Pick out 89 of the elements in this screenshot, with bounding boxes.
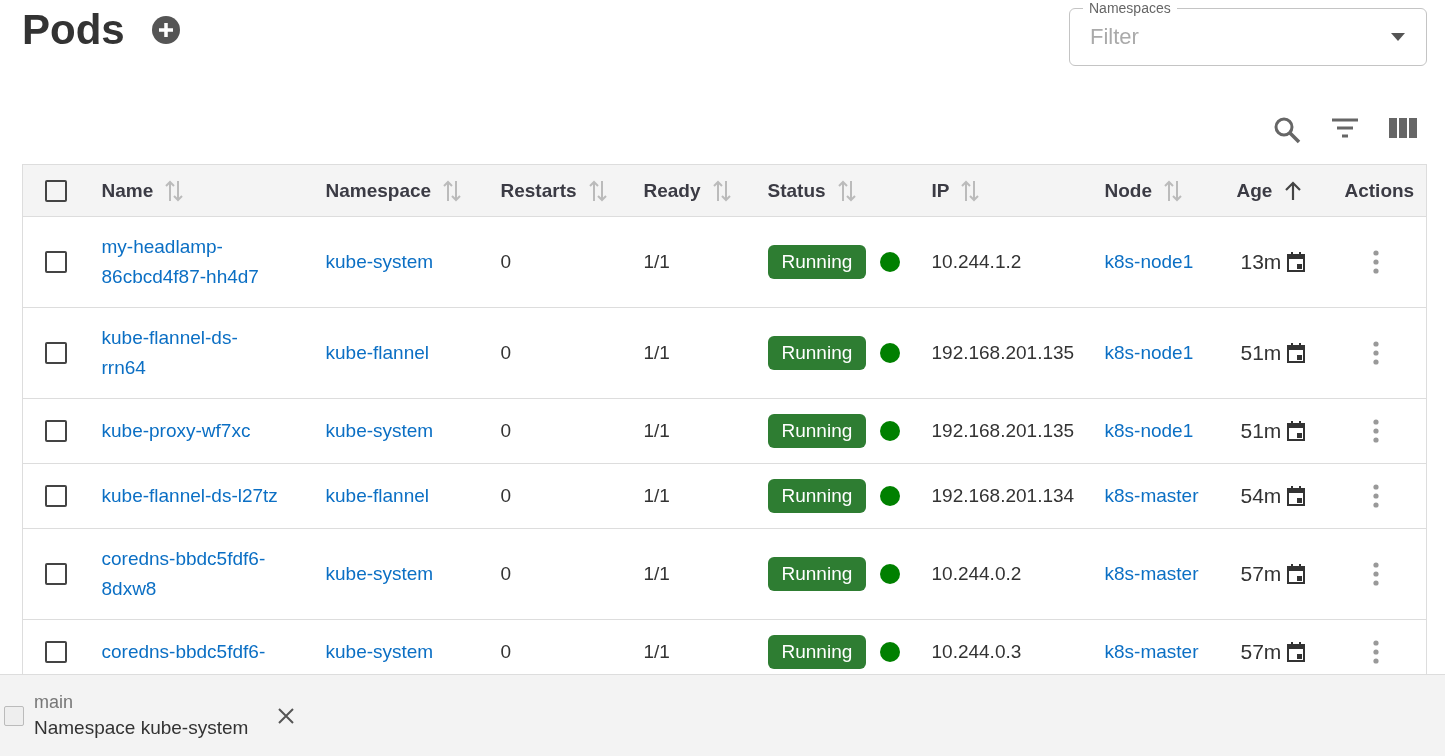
notification-message: Namespace kube-system	[34, 717, 249, 739]
table-cell: 0	[500, 251, 512, 272]
pod-name-link[interactable]: coredns-bbdc5fdf6-	[101, 637, 266, 667]
status-chip: Running	[767, 635, 867, 669]
namespace-link[interactable]: kube-system	[325, 251, 434, 272]
pod-name-link[interactable]: coredns-bbdc5fdf6-8dxw8	[101, 544, 282, 604]
table-cell: 192.168.201.135	[931, 420, 1075, 441]
age-text: 51m	[1240, 418, 1282, 444]
table-cell: 1/1	[643, 342, 670, 363]
status-chip: Running	[767, 336, 867, 370]
checkbox[interactable]	[45, 563, 67, 585]
node-link[interactable]: k8s-master	[1104, 563, 1199, 584]
node-link[interactable]: k8s-node1	[1104, 342, 1194, 363]
node-link[interactable]: k8s-node1	[1104, 251, 1194, 272]
namespace-link[interactable]: kube-system	[325, 563, 434, 584]
calendar-icon	[1287, 252, 1306, 272]
calendar-icon	[1287, 642, 1306, 662]
page-title: Pods	[22, 6, 125, 54]
table-cell: 1/1	[643, 485, 670, 506]
checkbox[interactable]	[45, 485, 67, 507]
checkbox[interactable]	[45, 179, 67, 202]
pod-name-link[interactable]: kube-flannel-ds-l27tz	[101, 481, 278, 511]
age-text: 57m	[1240, 561, 1282, 587]
checkbox[interactable]	[45, 342, 67, 364]
table-cell: 0	[500, 420, 512, 441]
more-actions-icon[interactable]	[1372, 484, 1379, 508]
pod-name-link[interactable]: kube-proxy-wf7xc	[101, 416, 251, 446]
column-header: Actions	[1344, 179, 1415, 202]
status-dot-icon	[880, 486, 901, 506]
table-cell: 1/1	[643, 420, 670, 441]
namespace-link[interactable]: kube-flannel	[325, 342, 430, 363]
checkbox[interactable]	[45, 641, 67, 663]
column-header[interactable]: IP	[931, 179, 950, 202]
age-text: 54m	[1240, 483, 1282, 509]
status-dot-icon	[880, 421, 901, 441]
status-dot-icon	[880, 252, 901, 272]
calendar-icon	[1287, 343, 1306, 363]
status-chip: Running	[767, 557, 867, 591]
namespace-link[interactable]: kube-flannel	[325, 485, 430, 506]
node-link[interactable]: k8s-node1	[1104, 420, 1194, 441]
add-icon[interactable]	[150, 15, 181, 45]
close-icon[interactable]	[278, 707, 295, 724]
status-dot-icon	[880, 343, 901, 363]
node-link[interactable]: k8s-master	[1104, 485, 1199, 506]
pod-name-link[interactable]: my-headlamp-86cbcd4f87-hh4d7	[101, 232, 282, 292]
table-cell: 0	[500, 563, 512, 584]
table-cell: 10.244.0.2	[931, 563, 1022, 584]
more-actions-icon[interactable]	[1372, 341, 1379, 365]
table-cell: 10.244.1.2	[931, 251, 1022, 272]
more-actions-icon[interactable]	[1372, 250, 1379, 274]
table-cell: 192.168.201.135	[931, 342, 1075, 363]
calendar-icon	[1287, 486, 1306, 506]
table-cell: 192.168.201.134	[931, 485, 1075, 506]
dropdown-caret-icon[interactable]	[1391, 33, 1405, 41]
checkbox[interactable]	[45, 420, 67, 442]
namespace-link[interactable]: kube-system	[325, 420, 434, 441]
status-chip: Running	[767, 479, 867, 513]
table-cell: 0	[500, 485, 512, 506]
status-icon	[4, 705, 24, 726]
node-link[interactable]: k8s-master	[1104, 641, 1199, 662]
notification-title: main	[34, 692, 74, 713]
table-cell: 1/1	[643, 251, 670, 272]
table-cell: 0	[500, 342, 512, 363]
status-chip: Running	[767, 245, 867, 279]
status-dot-icon	[880, 642, 901, 662]
status-dot-icon	[880, 564, 901, 584]
column-header[interactable]: Node	[1104, 179, 1152, 202]
column-header[interactable]: Status	[767, 179, 826, 202]
checkbox[interactable]	[45, 251, 67, 273]
more-actions-icon[interactable]	[1372, 419, 1379, 443]
column-header[interactable]: Name	[101, 179, 154, 202]
table-cell: 10.244.0.3	[931, 641, 1022, 662]
column-header[interactable]: Age	[1236, 179, 1273, 202]
search-icon[interactable]	[1273, 116, 1301, 144]
status-chip: Running	[767, 414, 867, 448]
more-actions-icon[interactable]	[1372, 640, 1379, 664]
table-cell: 1/1	[643, 563, 670, 584]
table-cell: 1/1	[643, 641, 670, 662]
age-text: 13m	[1240, 249, 1282, 275]
table-cell: 0	[500, 641, 512, 662]
age-text: 57m	[1240, 639, 1282, 665]
pod-name-link[interactable]: kube-flannel-ds-rrn64	[101, 323, 282, 383]
namespace-link[interactable]: kube-system	[325, 641, 434, 662]
field-label: Namespaces	[1083, 0, 1177, 16]
sort-ascending-icon[interactable]	[1284, 180, 1303, 201]
age-text: 51m	[1240, 340, 1282, 366]
calendar-icon	[1287, 564, 1306, 584]
calendar-icon	[1287, 421, 1306, 441]
more-actions-icon[interactable]	[1372, 562, 1379, 586]
